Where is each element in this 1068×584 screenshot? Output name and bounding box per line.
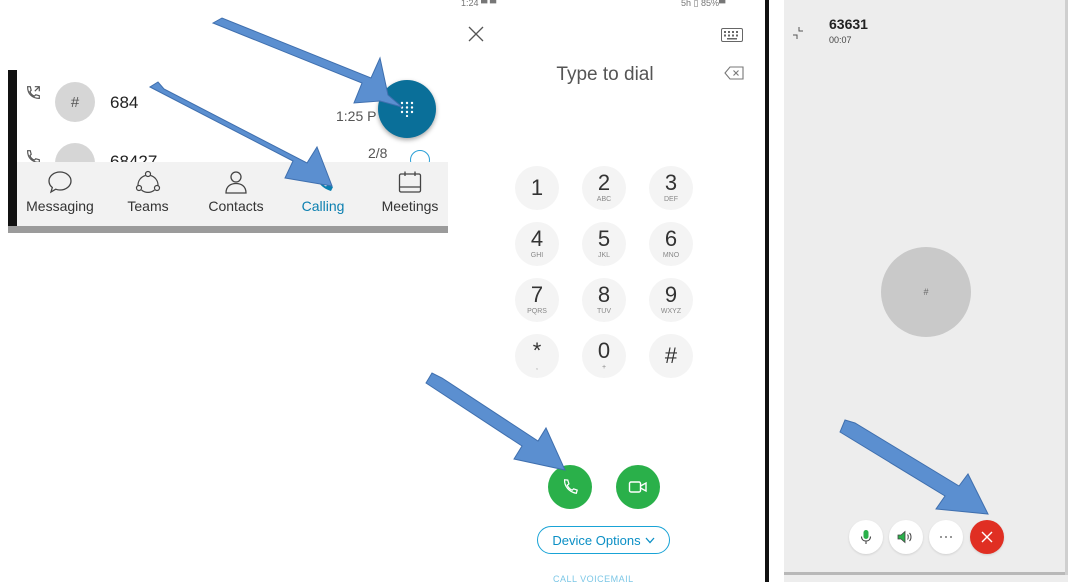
annotation-arrow-5a [211, 17, 403, 108]
annotation-arrows-layer [148, 17, 989, 515]
annotation-arrow-call [425, 372, 566, 471]
annotation-arrow-5 [148, 81, 333, 187]
annotation-arrow-end [839, 419, 989, 515]
